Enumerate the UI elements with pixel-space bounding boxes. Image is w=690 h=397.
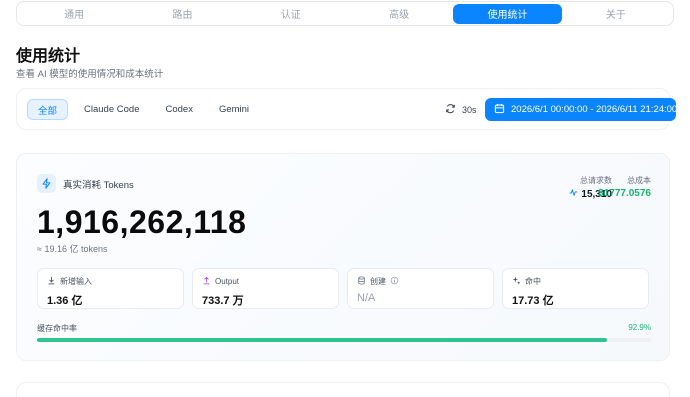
tab-auth[interactable]: 认证 [237, 4, 345, 24]
token-summary-card: 真实消耗 Tokens 总请求数 15,310 总成本 $1777.0576 1… [16, 153, 670, 361]
metric-hit: 命中 17.73 亿 [502, 268, 649, 309]
page-subtitle: 查看 AI 模型的使用情况和成本统计 [16, 69, 164, 80]
refresh-interval-button[interactable]: 30s [445, 103, 477, 116]
total-cost-stat: 总成本 $1777.0576 [598, 175, 651, 199]
download-icon [47, 276, 56, 287]
card-label: 真实消耗 Tokens [63, 179, 134, 191]
total-tokens-value: 1,916,262,118 [37, 204, 247, 240]
date-range-label: 2026/6/1 00:00:00 - 2026/6/11 21:24:00 [511, 104, 678, 115]
settings-tabs: 通用 路由 认证 高级 使用统计 关于 [16, 1, 674, 26]
secondary-card [16, 382, 670, 397]
sparkle-icon [512, 276, 521, 287]
cache-hit-rate-label: 缓存命中率 [37, 324, 77, 333]
app-filter-group: 全部 Claude Code Codex Gemini [27, 99, 259, 120]
upload-icon [202, 276, 211, 287]
metric-input: 新增输入 1.36 亿 [37, 268, 184, 309]
refresh-interval-label: 30s [462, 104, 477, 115]
tab-usage-stats[interactable]: 使用统计 [453, 3, 562, 24]
date-range-picker[interactable]: 2026/6/1 00:00:00 - 2026/6/11 21:24:00 [485, 98, 678, 121]
activity-icon [569, 188, 578, 200]
metric-create-label: 创建 [370, 277, 386, 286]
metric-input-value: 1.36 亿 [47, 295, 83, 307]
tab-advanced[interactable]: 高级 [345, 4, 453, 24]
cache-hit-progress-fill [37, 338, 608, 342]
tab-routing[interactable]: 路由 [128, 4, 236, 24]
metric-output-label: Output [215, 277, 240, 286]
cache-hit-progress-track [37, 338, 651, 342]
filter-chip-all[interactable]: 全部 [27, 99, 69, 120]
metric-hit-label: 命中 [525, 277, 541, 286]
tab-about[interactable]: 关于 [562, 4, 670, 24]
calendar-icon [494, 103, 505, 117]
metric-input-label: 新增输入 [60, 277, 92, 286]
tab-general[interactable]: 通用 [20, 4, 128, 24]
metric-output: Output 733.7 万 [192, 268, 339, 309]
database-icon [357, 276, 366, 287]
card-header: 真实消耗 Tokens [37, 174, 134, 193]
filter-bar: 全部 Claude Code Codex Gemini 30s 2026/6/1… [16, 88, 677, 130]
filter-chip-claude-code[interactable]: Claude Code [74, 99, 149, 120]
metric-output-value: 733.7 万 [202, 295, 244, 307]
metric-create-value: N/A [357, 292, 376, 304]
total-cost-value: $1777.0576 [598, 188, 651, 199]
info-icon[interactable] [390, 276, 399, 287]
refresh-icon [445, 103, 456, 116]
cache-hit-rate-value: 92.9% [628, 323, 651, 332]
page-title: 使用统计 [16, 48, 81, 65]
metric-create: 创建 N/A [347, 268, 494, 309]
bolt-icon [37, 174, 56, 193]
filter-chip-codex[interactable]: Codex [155, 99, 202, 120]
metric-hit-value: 17.73 亿 [512, 295, 554, 307]
total-cost-label: 总成本 [627, 176, 651, 185]
filter-chip-gemini[interactable]: Gemini [209, 99, 259, 120]
total-tokens-approx: ≈ 19.16 亿 tokens [37, 244, 108, 254]
